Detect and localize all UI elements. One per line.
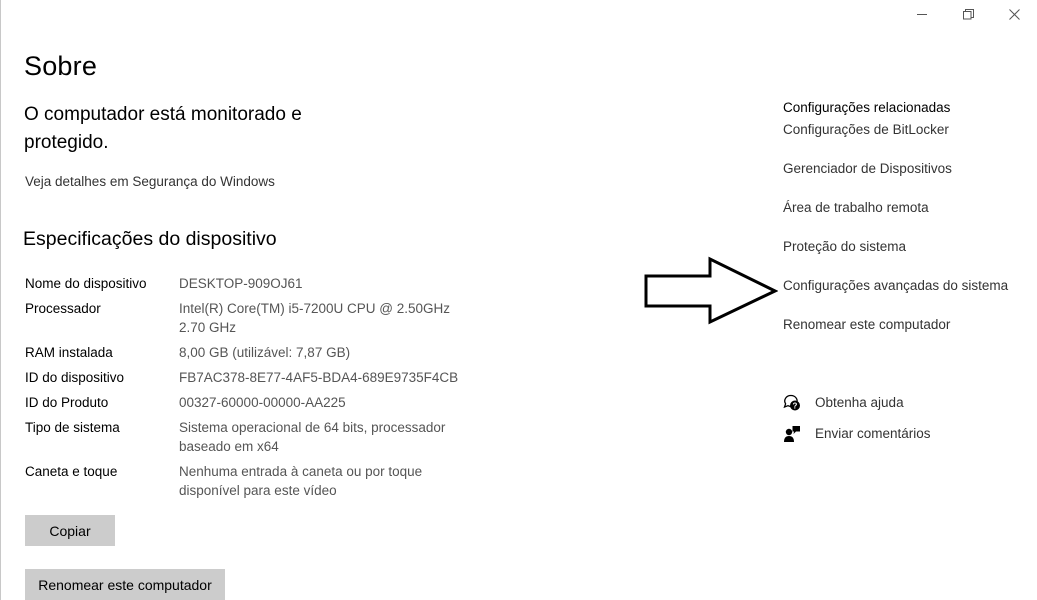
send-feedback-link[interactable]: Enviar comentários xyxy=(783,418,931,449)
minimize-icon xyxy=(916,9,928,20)
spec-row-pen-touch: Caneta e toque Nenhuma entrada à caneta … xyxy=(25,462,465,500)
restore-icon xyxy=(962,8,974,20)
spec-value: Intel(R) Core(TM) i5-7200U CPU @ 2.50GHz… xyxy=(179,301,451,335)
close-button[interactable] xyxy=(991,0,1037,28)
protection-status-heading: O computador está monitorado e protegido… xyxy=(24,104,302,153)
device-specs-list: Nome do dispositivo DESKTOP-909OJ61 Proc… xyxy=(25,274,465,506)
related-link-rename-computer[interactable]: Renomear este computador xyxy=(783,316,1033,355)
spec-label: Caneta e toque xyxy=(25,464,118,479)
spec-row-device-name: Nome do dispositivo DESKTOP-909OJ61 xyxy=(25,274,465,293)
spec-value: Nenhuma entrada à caneta ou por toque di… xyxy=(179,464,423,498)
window-controls xyxy=(899,0,1037,28)
spec-label: Processador xyxy=(25,301,101,316)
page-title: Sobre xyxy=(24,51,98,81)
related-link-advanced-system-settings[interactable]: Configurações avançadas do sistema xyxy=(783,277,1033,316)
related-settings-title: Configurações relacionadas xyxy=(783,100,951,115)
settings-window: Sobre O computador está monitorado e pro… xyxy=(0,0,1037,600)
spec-row-device-id: ID do dispositivo FB7AC378-8E77-4AF5-BDA… xyxy=(25,368,465,387)
spec-value: Sistema operacional de 64 bits, processa… xyxy=(179,420,446,454)
svg-text:?: ? xyxy=(793,401,798,410)
spec-label: ID do dispositivo xyxy=(25,370,125,385)
send-feedback-label: Enviar comentários xyxy=(815,426,931,441)
spec-value: 00327-60000-00000-AA225 xyxy=(179,395,346,410)
spec-label: RAM instalada xyxy=(25,345,113,360)
spec-row-product-id: ID do Produto 00327-60000-00000-AA225 xyxy=(25,393,465,412)
spec-label: ID do Produto xyxy=(25,395,109,410)
help-chat-icon: ? xyxy=(783,394,815,412)
related-link-bitlocker[interactable]: Configurações de BitLocker xyxy=(783,121,1033,160)
arrow-right-icon xyxy=(644,256,779,331)
spec-label: Tipo de sistema xyxy=(25,420,120,435)
window-border xyxy=(0,0,1,600)
get-help-link[interactable]: ? Obtenha ajuda xyxy=(783,387,931,418)
feedback-icon xyxy=(783,425,815,443)
restore-button[interactable] xyxy=(945,0,991,28)
spec-value: 8,00 GB (utilizável: 7,87 GB) xyxy=(179,345,351,360)
minimize-button[interactable] xyxy=(899,0,945,28)
related-link-remote-desktop[interactable]: Área de trabalho remota xyxy=(783,199,1033,238)
copy-button[interactable]: Copiar xyxy=(25,515,115,546)
help-section: ? Obtenha ajuda Enviar comentários xyxy=(783,387,931,449)
related-link-system-protection[interactable]: Proteção do sistema xyxy=(783,238,1033,277)
close-icon xyxy=(1008,8,1020,20)
related-settings: Configurações relacionadas Configurações… xyxy=(783,99,1033,355)
related-link-device-manager[interactable]: Gerenciador de Dispositivos xyxy=(783,160,1033,199)
spec-row-system-type: Tipo de sistema Sistema operacional de 6… xyxy=(25,418,465,456)
spec-label: Nome do dispositivo xyxy=(25,276,147,291)
spec-value: FB7AC378-8E77-4AF5-BDA4-689E9735F4CB xyxy=(179,370,459,385)
spec-row-processor: Processador Intel(R) Core(TM) i5-7200U C… xyxy=(25,299,465,337)
spec-value: DESKTOP-909OJ61 xyxy=(179,276,303,291)
device-specs-heading: Especificações do dispositivo xyxy=(23,228,277,250)
spec-row-ram: RAM instalada 8,00 GB (utilizável: 7,87 … xyxy=(25,343,465,362)
get-help-label: Obtenha ajuda xyxy=(815,395,904,410)
rename-computer-button[interactable]: Renomear este computador xyxy=(25,569,225,600)
windows-security-link[interactable]: Veja detalhes em Segurança do Windows xyxy=(25,174,275,189)
